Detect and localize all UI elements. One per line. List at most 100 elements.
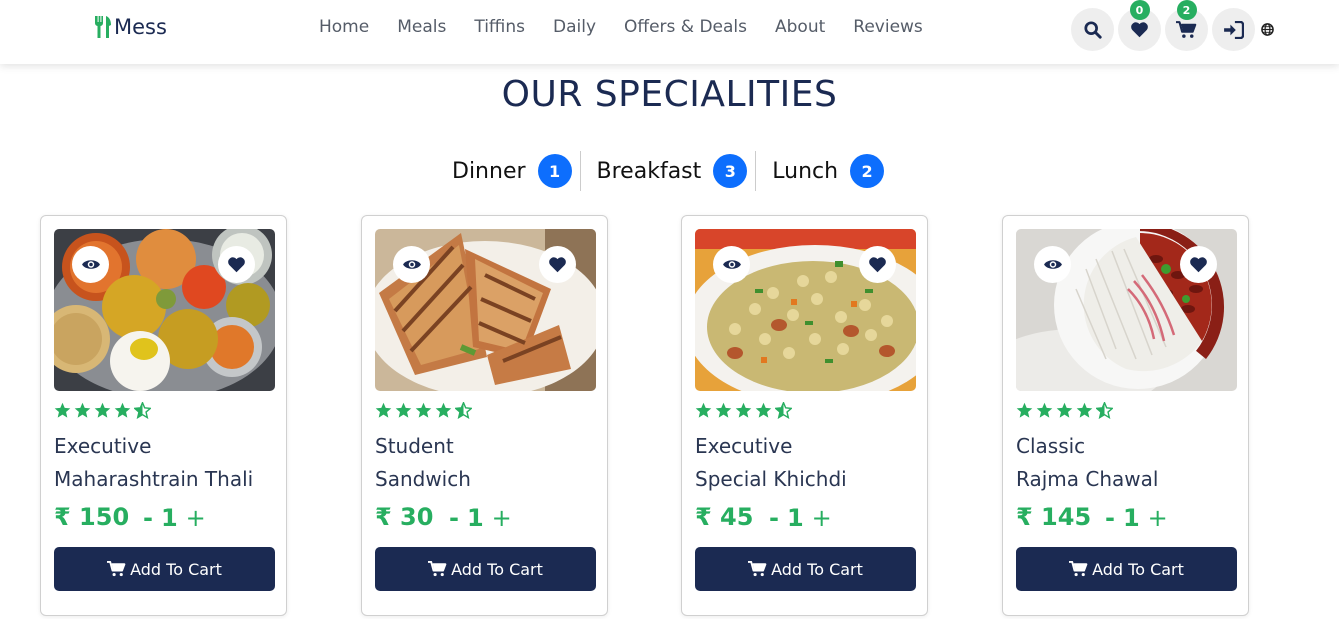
nav-link-about[interactable]: About — [775, 17, 825, 37]
star-icon — [715, 402, 732, 418]
product-card: Executive Special Khichdi ₹ 45 - 1 + Add… — [681, 215, 928, 616]
star-half-icon — [775, 402, 792, 419]
cart-button[interactable]: 2 — [1165, 0, 1208, 51]
nav-link-daily[interactable]: Daily — [553, 17, 596, 37]
login-button[interactable] — [1212, 8, 1255, 51]
tab-lunch[interactable]: Lunch 2 — [756, 151, 892, 191]
star-icon — [114, 402, 131, 418]
cart-icon — [1069, 561, 1088, 577]
heart-icon — [549, 257, 566, 273]
nav-link-reviews[interactable]: Reviews — [853, 17, 923, 37]
qty-increase-button[interactable]: + — [492, 504, 512, 532]
product-price: ₹ 45 — [695, 503, 754, 531]
quick-view-button[interactable] — [713, 246, 750, 283]
quick-view-button[interactable] — [72, 246, 109, 283]
heart-icon — [869, 257, 886, 273]
nav-link-tiffins[interactable]: Tiffins — [474, 17, 525, 37]
eye-icon — [81, 260, 100, 269]
product-name-line2: Special Khichdi — [695, 467, 847, 491]
star-half-icon — [134, 402, 151, 419]
product-card: Classic Rajma Chawal ₹ 145 - 1 + Add To … — [1002, 215, 1249, 616]
add-to-cart-label: Add To Cart — [451, 559, 543, 579]
wishlist-button[interactable]: 0 — [1118, 0, 1161, 51]
add-to-cart-button[interactable]: Add To Cart — [375, 547, 596, 591]
nav-icons: 0 2 — [1071, 0, 1274, 51]
star-icon — [74, 402, 91, 418]
qty-value: 1 — [1122, 504, 1140, 532]
brand-logo[interactable]: Mess — [93, 15, 167, 39]
search-button[interactable] — [1071, 8, 1114, 51]
fork-knife-icon — [94, 16, 111, 38]
star-icon — [695, 402, 712, 418]
product-name-line1: Student — [375, 434, 454, 458]
eye-icon — [722, 260, 741, 269]
tab-count-badge: 3 — [713, 154, 748, 188]
nav-link-meals[interactable]: Meals — [397, 17, 446, 37]
product-price: ₹ 30 — [375, 503, 434, 531]
wishlist-toggle-button[interactable] — [218, 246, 255, 283]
add-to-cart-label: Add To Cart — [130, 559, 222, 579]
quick-view-button[interactable] — [393, 246, 430, 283]
quantity-stepper: - 1 + — [769, 504, 840, 532]
product-image — [1016, 229, 1237, 391]
star-icon — [1036, 402, 1053, 418]
star-rating — [375, 402, 475, 419]
add-to-cart-button[interactable]: Add To Cart — [54, 547, 275, 591]
star-icon — [415, 402, 432, 418]
quantity-stepper: - 1 + — [449, 504, 520, 532]
wishlist-toggle-button[interactable] — [539, 246, 576, 283]
star-icon — [94, 402, 111, 418]
star-icon — [395, 402, 412, 418]
wishlist-count-badge: 0 — [1129, 0, 1150, 20]
qty-decrease-button[interactable]: - — [143, 504, 153, 532]
product-name-line2: Sandwich — [375, 467, 471, 491]
sign-in-icon — [1223, 20, 1244, 39]
eye-icon — [1043, 260, 1062, 269]
section-title: OUR SPECIALITIES — [501, 74, 838, 115]
product-name-line2: Rajma Chawal — [1016, 467, 1159, 491]
product-name-line1: Executive — [54, 434, 152, 458]
star-icon — [435, 402, 452, 418]
star-icon — [1016, 402, 1033, 418]
globe-icon[interactable] — [1261, 23, 1274, 36]
product-card: Student Sandwich ₹ 30 - 1 + Add To Cart — [361, 215, 608, 616]
product-image — [375, 229, 596, 391]
add-to-cart-label: Add To Cart — [1092, 559, 1184, 579]
add-to-cart-button[interactable]: Add To Cart — [695, 547, 916, 591]
qty-decrease-button[interactable]: - — [769, 504, 779, 532]
tab-breakfast[interactable]: Breakfast 3 — [581, 151, 757, 191]
qty-decrease-button[interactable]: - — [449, 504, 459, 532]
cart-icon — [107, 561, 126, 577]
star-icon — [735, 402, 752, 418]
star-icon — [54, 402, 71, 418]
tab-count-badge: 2 — [850, 154, 885, 188]
nav-links: Home Meals Tiffins Daily Offers & Deals … — [305, 17, 937, 37]
nav-link-offers[interactable]: Offers & Deals — [624, 17, 747, 37]
cart-count-badge: 2 — [1176, 0, 1197, 20]
qty-increase-button[interactable]: + — [1148, 504, 1168, 532]
qty-decrease-button[interactable]: - — [1105, 504, 1115, 532]
tab-count-badge: 1 — [537, 154, 572, 188]
wishlist-toggle-button[interactable] — [1180, 246, 1217, 283]
star-half-icon — [455, 402, 472, 419]
heart-icon — [228, 257, 245, 273]
cart-icon — [748, 561, 767, 577]
product-price: ₹ 150 — [54, 503, 130, 531]
quick-view-button[interactable] — [1034, 246, 1071, 283]
star-icon — [1056, 402, 1073, 418]
qty-increase-button[interactable]: + — [812, 504, 832, 532]
cart-icon — [428, 561, 447, 577]
quantity-stepper: - 1 + — [1105, 504, 1176, 532]
heart-icon — [1190, 257, 1207, 273]
heart-icon — [1131, 22, 1148, 38]
nav-link-home[interactable]: Home — [319, 17, 369, 37]
qty-value: 1 — [466, 504, 484, 532]
cart-icon — [1176, 20, 1197, 38]
qty-increase-button[interactable]: + — [186, 504, 206, 532]
star-rating — [1016, 402, 1116, 419]
add-to-cart-button[interactable]: Add To Cart — [1016, 547, 1237, 591]
wishlist-toggle-button[interactable] — [859, 246, 896, 283]
star-icon — [755, 402, 772, 418]
product-price: ₹ 145 — [1016, 503, 1092, 531]
tab-dinner[interactable]: Dinner 1 — [436, 151, 581, 191]
